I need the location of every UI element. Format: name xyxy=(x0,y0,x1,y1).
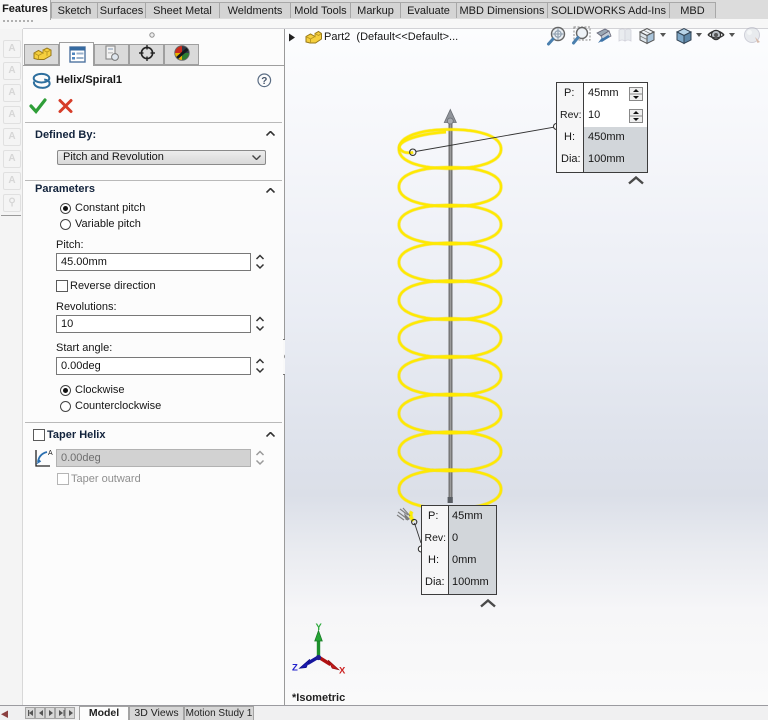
svg-text:Z: Z xyxy=(292,663,298,674)
svg-text:A: A xyxy=(48,450,53,457)
svg-text:X: X xyxy=(339,666,346,677)
svg-text:?: ? xyxy=(261,76,267,87)
svg-text:Y: Y xyxy=(316,622,323,633)
